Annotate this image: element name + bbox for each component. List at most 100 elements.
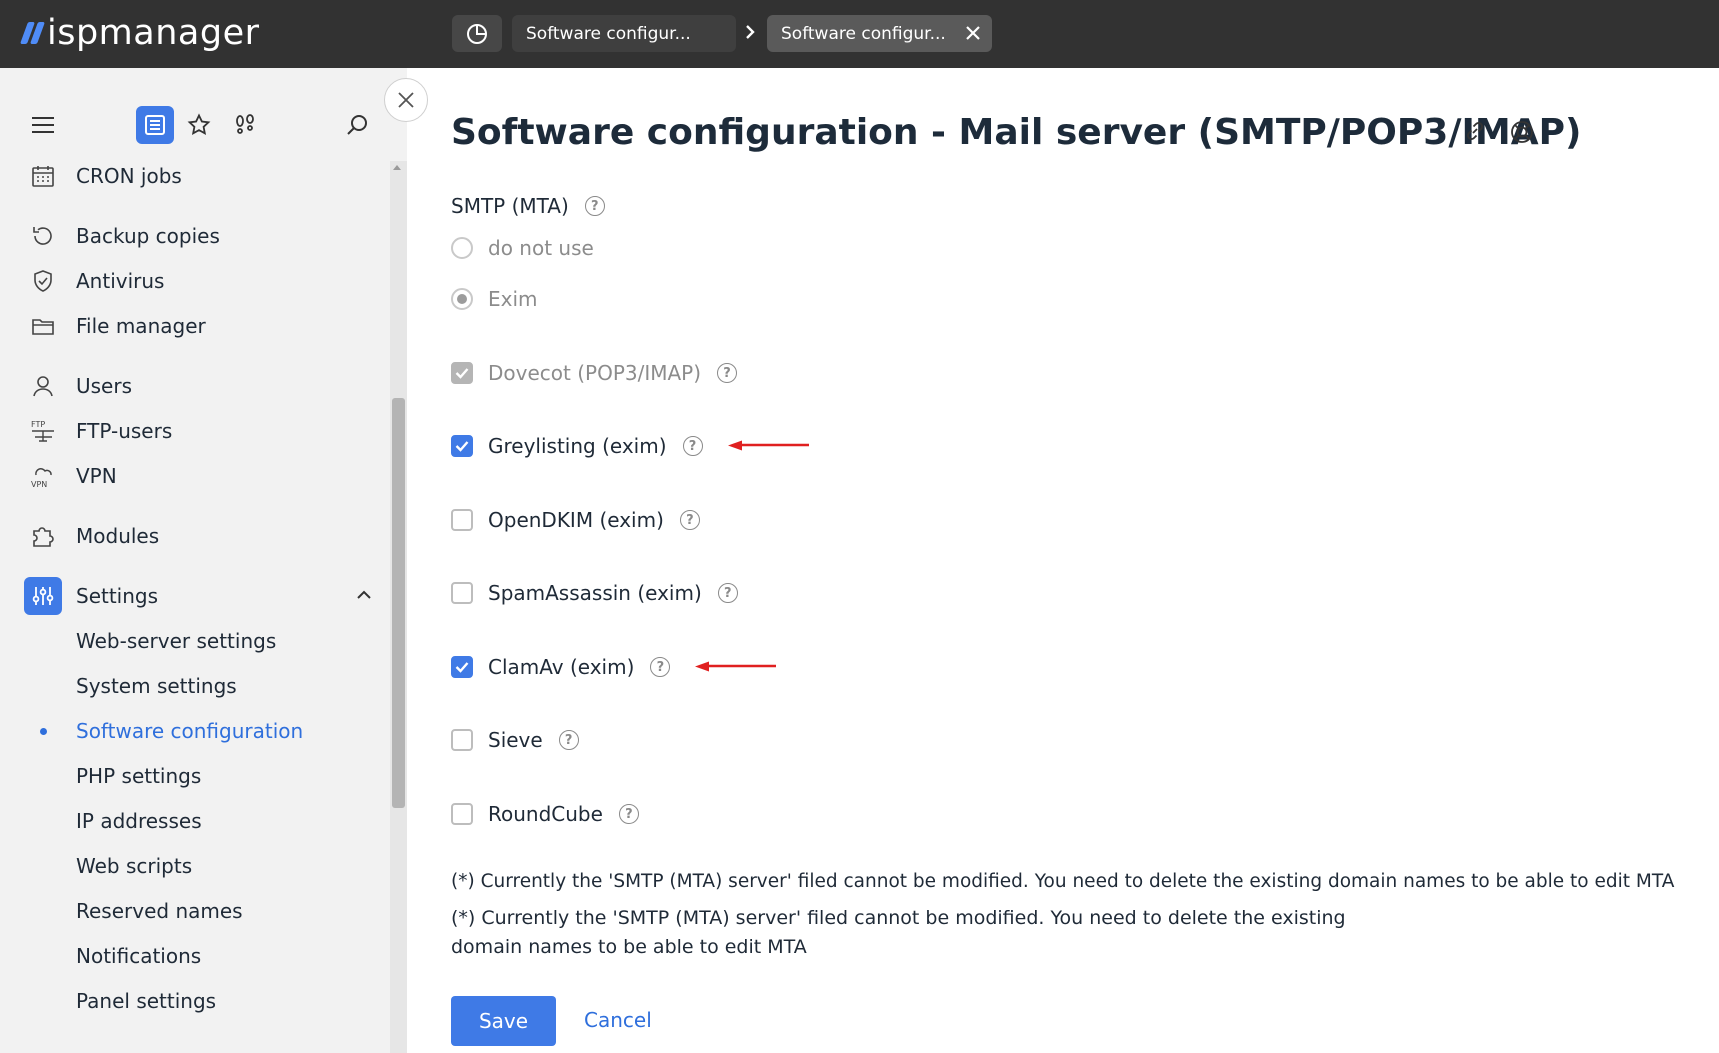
checkbox[interactable] — [451, 362, 473, 384]
sidebar-item-label: Settings — [76, 584, 159, 608]
help-icon[interactable]: ? — [618, 804, 639, 824]
sidebar-item-cron-jobs[interactable]: CRON jobs — [0, 156, 385, 196]
sidebar-item-vpn[interactable]: VPN VPN — [0, 456, 385, 496]
search-icon — [347, 115, 367, 135]
help-icon[interactable]: ? — [682, 436, 703, 456]
save-button[interactable]: Save — [451, 996, 556, 1046]
link-icon[interactable] — [1463, 119, 1487, 143]
sidebar-item-antivirus[interactable]: Antivirus — [0, 261, 385, 301]
recent-button[interactable] — [226, 106, 264, 144]
sidebar-item-label: Antivirus — [76, 269, 165, 293]
sidebar-item-ip-addresses[interactable]: IP addresses — [0, 801, 385, 841]
sidebar-item-reserved-names[interactable]: Reserved names — [0, 891, 385, 931]
shield-icon — [34, 270, 52, 292]
scroll-up-arrow-icon[interactable] — [393, 165, 401, 170]
list-view-button[interactable] — [136, 106, 174, 144]
sidebar-item-system-settings[interactable]: System settings — [0, 666, 385, 706]
checkbox-sieve[interactable]: Sieve ? — [451, 724, 579, 756]
sidebar-item-label: Users — [76, 374, 133, 398]
sidebar-item-label: CRON jobs — [76, 164, 182, 188]
checkbox-roundcube[interactable]: RoundCube ? — [451, 798, 639, 830]
cancel-button[interactable]: Cancel — [584, 1008, 652, 1032]
help-lifebuoy-icon[interactable] — [1509, 119, 1535, 145]
list-icon — [145, 115, 165, 135]
checkbox-spamassassin[interactable]: SpamAssassin (exim) ? — [451, 577, 738, 609]
current-indicator — [40, 727, 47, 735]
sidebar-item-ftp-users[interactable]: FTP FTP-users — [0, 411, 385, 451]
sidebar-item-label: File manager — [76, 314, 206, 338]
sidebar-item-label: PHP settings — [76, 764, 202, 788]
sidebar-item-panel-settings[interactable]: Panel settings — [0, 981, 385, 1021]
tab-software-configuration-1[interactable]: Software configur... — [512, 15, 736, 52]
backup-icon — [33, 227, 52, 245]
sidebar-item-modules[interactable]: Modules — [0, 516, 385, 556]
radio-exim[interactable]: Exim — [451, 284, 538, 314]
radio-do-not-use[interactable]: do not use — [451, 233, 594, 263]
help-icon[interactable]: ? — [650, 657, 671, 677]
close-form-button[interactable] — [384, 78, 428, 122]
close-tab-icon[interactable] — [964, 24, 982, 42]
checkbox[interactable] — [451, 656, 473, 678]
checkbox[interactable] — [451, 803, 473, 825]
sidebar-item-label: Reserved names — [76, 899, 243, 923]
help-icon[interactable]: ? — [558, 730, 579, 750]
checkbox[interactable] — [451, 435, 473, 457]
history-button[interactable] — [452, 15, 502, 52]
title-actions — [1463, 119, 1535, 145]
favorites-button[interactable] — [180, 106, 218, 144]
vpn-icon: VPN — [31, 468, 52, 489]
menu-button[interactable] — [24, 106, 62, 144]
footprints-icon — [236, 114, 254, 134]
sidebar-item-label: VPN — [76, 464, 117, 488]
help-icon[interactable]: ? — [717, 363, 738, 383]
sidebar-item-web-scripts[interactable]: Web scripts — [0, 846, 385, 886]
checkbox-label: SpamAssassin (exim) — [488, 581, 702, 605]
page-title: Software configuration - Mail server (SM… — [451, 112, 1582, 153]
radio-button[interactable] — [451, 237, 473, 259]
sidebar-item-notifications[interactable]: Notifications — [0, 936, 385, 976]
checkbox-dovecot[interactable]: Dovecot (POP3/IMAP) ? — [451, 357, 738, 389]
logo[interactable]: ispmanager — [19, 10, 260, 56]
sidebar-item-users[interactable]: Users — [0, 366, 385, 406]
folder-icon — [32, 319, 54, 335]
sidebar-toolbar — [0, 106, 407, 150]
checkbox-clamav[interactable]: ClamAv (exim) ? — [451, 651, 778, 683]
sidebar-item-label: Software configuration — [76, 719, 304, 743]
radio-button[interactable] — [451, 288, 473, 310]
checkbox[interactable] — [451, 509, 473, 531]
tab-software-configuration-2[interactable]: Software configur... — [767, 15, 992, 52]
help-icon[interactable]: ? — [584, 196, 605, 216]
checkbox-label: OpenDKIM (exim) — [488, 508, 664, 532]
sidebar-item-label: FTP-users — [76, 419, 173, 443]
checkbox-greylisting[interactable]: Greylisting (exim) ? — [451, 430, 811, 462]
mta-note-1: (*) Currently the 'SMTP (MTA) server' fi… — [451, 871, 1675, 892]
smtp-mta-label: SMTP (MTA) ? — [451, 194, 605, 218]
radio-label: do not use — [488, 236, 594, 260]
help-icon[interactable]: ? — [717, 583, 738, 603]
sidebar-item-label: Web-server settings — [76, 629, 277, 653]
sidebar-item-label: Notifications — [76, 944, 202, 968]
sidebar-item-label: Backup copies — [76, 224, 220, 248]
sidebar-item-software-configuration[interactable]: Software configuration — [0, 711, 385, 751]
svg-text:FTP: FTP — [31, 420, 45, 429]
sidebar-scrollbar-thumb[interactable] — [392, 398, 405, 808]
ftp-icon: FTP — [31, 420, 54, 442]
checkbox[interactable] — [451, 582, 473, 604]
sidebar-item-php-settings[interactable]: PHP settings — [0, 756, 385, 796]
chevron-up-icon[interactable] — [356, 589, 372, 601]
puzzle-icon — [33, 527, 54, 547]
check-icon — [455, 368, 469, 379]
red-arrow-annotation-icon — [695, 661, 777, 672]
help-icon[interactable]: ? — [679, 510, 700, 530]
sidebar-item-backup-copies[interactable]: Backup copies — [0, 216, 385, 256]
checkbox-label: ClamAv (exim) — [488, 655, 635, 679]
sidebar-item-file-manager[interactable]: File manager — [0, 306, 385, 346]
checkbox[interactable] — [451, 729, 473, 751]
mta-note-2-line-2: domain names to be able to edit MTA — [451, 936, 807, 958]
checkbox-opendkim[interactable]: OpenDKIM (exim) ? — [451, 504, 700, 536]
sidebar-item-web-server-settings[interactable]: Web-server settings — [0, 621, 385, 661]
top-bar: ispmanager Software configur... Software… — [0, 0, 1719, 68]
smtp-mta-text: SMTP (MTA) — [451, 194, 569, 218]
search-button[interactable] — [338, 106, 376, 144]
sidebar-item-settings[interactable]: Settings — [0, 576, 385, 616]
